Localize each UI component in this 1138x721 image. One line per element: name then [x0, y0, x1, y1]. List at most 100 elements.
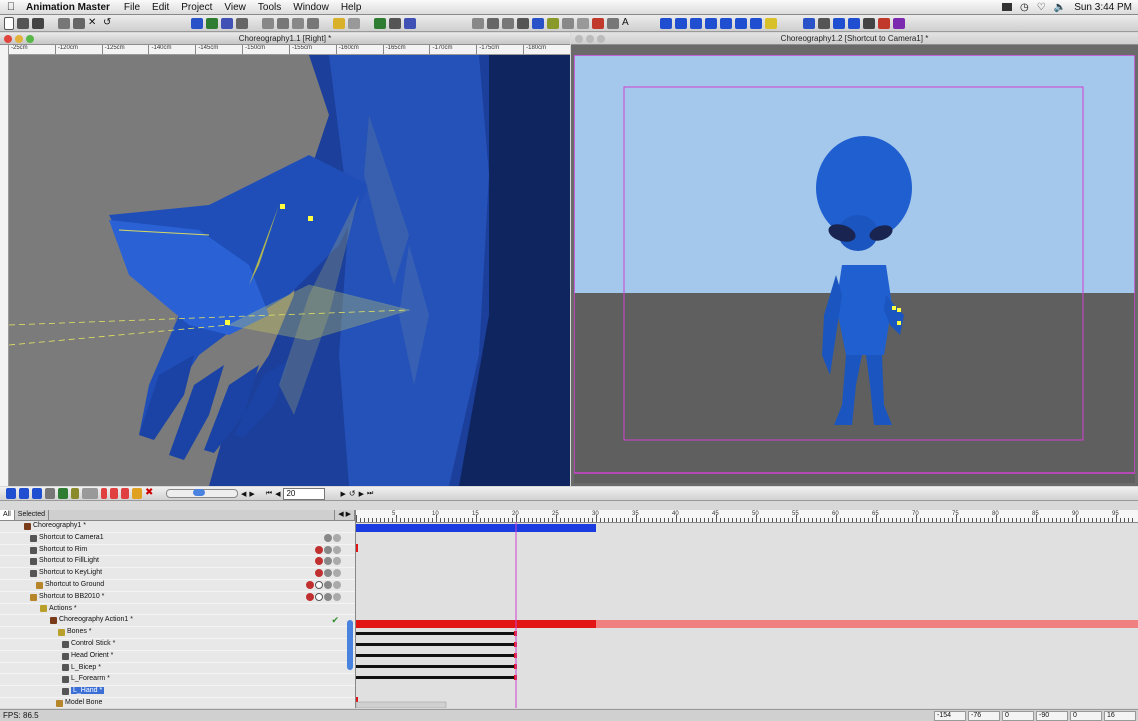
right-view-icon[interactable] — [705, 17, 717, 29]
key-scale-icon[interactable] — [132, 488, 142, 499]
render-toggle-icon[interactable] — [324, 580, 332, 589]
save-icon[interactable] — [32, 17, 44, 29]
key-move-icon[interactable] — [110, 488, 118, 499]
time-machine-icon[interactable]: ◷ — [1020, 2, 1029, 13]
render-toggle-icon[interactable] — [324, 592, 332, 601]
play-icon[interactable]: ▶ — [359, 490, 364, 498]
visibility-icon[interactable] — [324, 557, 332, 566]
render-toggle-icon[interactable] — [333, 545, 341, 554]
key-rotate-icon[interactable] — [121, 488, 129, 499]
loop-icon[interactable]: ↺ — [349, 489, 356, 498]
tree-row-camera[interactable]: Shortcut to Camera1 — [0, 533, 355, 545]
group-select-icon[interactable] — [58, 488, 68, 499]
light-view-icon[interactable] — [765, 17, 777, 29]
lock-toggle-icon[interactable] — [333, 580, 341, 589]
group-icon[interactable] — [562, 17, 574, 29]
minimize-button[interactable] — [586, 35, 594, 43]
tree-row-l-forearm[interactable]: L_Forearm * — [0, 674, 355, 687]
apple-menu-icon[interactable]:  — [0, 1, 22, 13]
tree-row-ground[interactable]: Shortcut to Ground — [0, 580, 355, 592]
tree-row-l-hand[interactable]: L_Hand * — [0, 686, 355, 698]
tree-row-l-bicep[interactable]: L_Bicep * — [0, 663, 355, 675]
front-view-icon[interactable] — [660, 17, 672, 29]
menu-edit[interactable]: Edit — [146, 2, 175, 13]
visibility-icon[interactable] — [324, 533, 332, 542]
top-view-icon[interactable] — [720, 17, 732, 29]
app-name-menu[interactable]: Animation Master — [22, 2, 118, 13]
lasso-icon[interactable] — [45, 488, 55, 499]
menu-window[interactable]: Window — [287, 2, 335, 13]
zoom-tool-icon[interactable] — [277, 17, 289, 29]
skeletal-icon[interactable] — [374, 17, 386, 29]
wand-icon[interactable] — [348, 17, 360, 29]
cut-icon[interactable] — [58, 17, 70, 29]
new-icon[interactable] — [4, 16, 14, 30]
copy-icon[interactable] — [73, 17, 85, 29]
fit-icon[interactable] — [292, 17, 304, 29]
render-to-file-icon[interactable] — [863, 17, 875, 29]
menu-help[interactable]: Help — [335, 2, 368, 13]
zoom-button[interactable] — [597, 35, 605, 43]
visibility-icon[interactable] — [315, 580, 323, 589]
menu-project[interactable]: Project — [175, 2, 218, 13]
tree-row-choreography[interactable]: Choreography1 * — [0, 521, 355, 533]
tree-row-bones[interactable]: Bones * — [0, 627, 355, 639]
muscle-icon[interactable] — [389, 17, 401, 29]
open-icon[interactable] — [17, 17, 29, 29]
bone-mode-icon[interactable] — [236, 17, 248, 29]
next-frame-icon[interactable]: ▶ — [340, 490, 345, 498]
preview-icon[interactable] — [803, 17, 815, 29]
go-start-icon[interactable]: ⏮ — [266, 490, 272, 498]
tree-row-filllight[interactable]: Shortcut to FillLight — [0, 556, 355, 569]
step-back-icon[interactable]: ◀ — [241, 490, 246, 498]
turn-icon[interactable] — [307, 17, 319, 29]
left-window-titlebar[interactable]: Choreography1.1 [Right] * — [0, 33, 570, 45]
menu-clock[interactable]: Sun 3:44 PM — [1074, 2, 1132, 13]
pencil-icon[interactable] — [71, 488, 79, 499]
tree-row-choreography-action[interactable]: Choreography Action1 * ✔ — [0, 615, 355, 628]
volume-icon[interactable]: 🔈 — [1054, 2, 1066, 13]
step-forward-icon[interactable]: ▶ — [249, 490, 254, 498]
frame-number-field[interactable]: 20 — [283, 487, 326, 500]
tree-row-control-stick[interactable]: Control Stick * — [0, 639, 355, 651]
camera-3d-viewport[interactable] — [574, 55, 1135, 483]
go-end-icon[interactable]: ⏭ — [367, 490, 373, 498]
back-view-icon[interactable] — [675, 17, 687, 29]
timeline-tracks[interactable] — [356, 522, 1138, 708]
lathe-icon[interactable] — [577, 17, 589, 29]
rotate-tool-icon[interactable] — [32, 488, 42, 499]
render-icon[interactable] — [818, 17, 830, 29]
render-toggle-icon[interactable] — [333, 569, 341, 578]
shadow-icon[interactable] — [315, 545, 323, 554]
pen-icon[interactable] — [547, 17, 559, 29]
lock-toggle-icon[interactable] — [333, 592, 341, 601]
translate-icon[interactable] — [487, 17, 499, 29]
tree-row-bb2010[interactable]: Shortcut to BB2010 * — [0, 592, 355, 604]
key-icon[interactable] — [82, 488, 98, 499]
enabled-check-icon[interactable]: ✔ — [331, 615, 339, 626]
tab-selected[interactable]: Selected — [15, 510, 50, 520]
stop-render-icon[interactable] — [878, 17, 890, 29]
shadow-icon[interactable] — [306, 580, 314, 589]
right-window-titlebar[interactable]: Choreography1.2 [Shortcut to Camera1] * — [571, 33, 1138, 45]
visibility-icon[interactable] — [324, 545, 332, 554]
shadow-icon[interactable] — [315, 557, 323, 566]
material-icon[interactable] — [893, 17, 905, 29]
magnet-icon[interactable] — [592, 17, 604, 29]
tree-row-keylight[interactable]: Shortcut to KeyLight — [0, 568, 355, 580]
wifi-icon[interactable]: ♡ — [1037, 2, 1046, 13]
menu-tools[interactable]: Tools — [252, 2, 287, 13]
render-toggle-icon[interactable] — [333, 533, 341, 542]
text-tool-icon[interactable]: A — [622, 17, 634, 29]
render-lock-icon[interactable] — [848, 17, 860, 29]
left-view-icon[interactable] — [690, 17, 702, 29]
hand-tool-icon[interactable] — [262, 17, 274, 29]
tree-row-actions[interactable]: Actions * — [0, 604, 355, 616]
time-slider[interactable] — [166, 489, 238, 498]
camera-icon[interactable] — [532, 17, 544, 29]
shadow-icon[interactable] — [315, 569, 323, 578]
bottom-view-icon[interactable] — [735, 17, 747, 29]
grab-icon[interactable] — [404, 17, 416, 29]
tree-row-head-orient[interactable]: Head Orient * — [0, 651, 355, 663]
visibility-icon[interactable] — [315, 592, 323, 601]
